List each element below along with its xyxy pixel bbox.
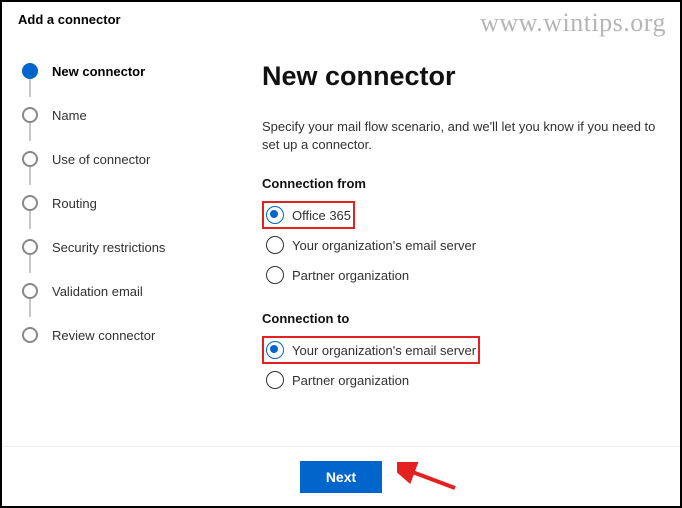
step-label: Use of connector xyxy=(52,152,150,167)
step-label: Routing xyxy=(52,196,97,211)
radio-from-org-server[interactable]: Your organization's email server xyxy=(262,231,660,259)
radio-icon xyxy=(266,371,284,389)
step-indicator-icon xyxy=(22,195,38,211)
radio-to-partner[interactable]: Partner organization xyxy=(262,366,660,394)
radio-icon xyxy=(266,266,284,284)
step-security-restrictions[interactable]: Security restrictions xyxy=(22,225,192,269)
radio-to-org-server[interactable]: Your organization's email server xyxy=(262,336,480,364)
wizard-steps: New connector Name Use of connector Rout… xyxy=(2,33,192,501)
step-label: New connector xyxy=(52,64,145,79)
connection-from-group: Office 365 Your organization's email ser… xyxy=(262,201,660,289)
step-indicator-icon xyxy=(22,63,38,79)
step-validation-email[interactable]: Validation email xyxy=(22,269,192,313)
page-title: New connector xyxy=(262,61,660,92)
radio-label: Office 365 xyxy=(292,208,351,223)
connection-to-label: Connection to xyxy=(262,311,660,326)
step-indicator-icon xyxy=(22,239,38,255)
step-label: Security restrictions xyxy=(52,240,165,255)
step-name[interactable]: Name xyxy=(22,93,192,137)
step-label: Validation email xyxy=(52,284,143,299)
step-indicator-icon xyxy=(22,151,38,167)
dialog-title: Add a connector xyxy=(2,2,680,33)
connection-to-group: Your organization's email server Partner… xyxy=(262,336,660,394)
radio-icon xyxy=(266,236,284,254)
radio-label: Partner organization xyxy=(292,268,409,283)
step-review-connector[interactable]: Review connector xyxy=(22,313,192,357)
step-indicator-icon xyxy=(22,283,38,299)
radio-icon xyxy=(266,206,284,224)
step-label: Review connector xyxy=(52,328,155,343)
step-use-of-connector[interactable]: Use of connector xyxy=(22,137,192,181)
step-routing[interactable]: Routing xyxy=(22,181,192,225)
radio-from-office365[interactable]: Office 365 xyxy=(262,201,355,229)
dialog-body: New connector Name Use of connector Rout… xyxy=(2,33,680,501)
connection-from-label: Connection from xyxy=(262,176,660,191)
step-indicator-icon xyxy=(22,107,38,123)
next-button[interactable]: Next xyxy=(300,461,382,493)
wizard-frame: www.wintips.org Add a connector New conn… xyxy=(0,0,682,508)
main-panel: New connector Specify your mail flow sce… xyxy=(192,33,680,501)
radio-label: Your organization's email server xyxy=(292,343,476,358)
radio-from-partner[interactable]: Partner organization xyxy=(262,261,660,289)
radio-label: Partner organization xyxy=(292,373,409,388)
dialog-footer: Next xyxy=(2,446,680,506)
page-description: Specify your mail flow scenario, and we'… xyxy=(262,118,660,154)
radio-label: Your organization's email server xyxy=(292,238,476,253)
step-indicator-icon xyxy=(22,327,38,343)
step-new-connector[interactable]: New connector xyxy=(22,49,192,93)
radio-icon xyxy=(266,341,284,359)
step-label: Name xyxy=(52,108,87,123)
